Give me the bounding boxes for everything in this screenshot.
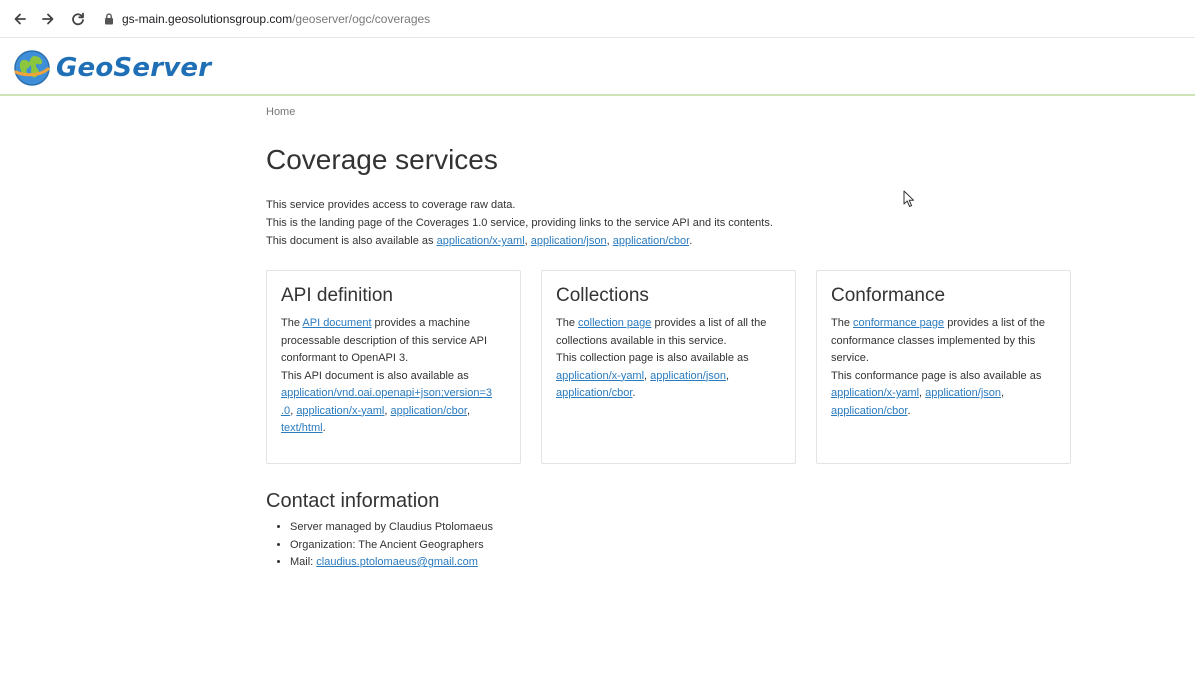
card-api-definition: API definition The API document provides… (266, 270, 521, 464)
api-link-html[interactable]: text/html (281, 422, 323, 434)
api-document-link[interactable]: API document (302, 317, 371, 329)
intro-link-yaml[interactable]: application/x-yaml (437, 235, 525, 247)
url-host: gs-main.geosolutionsgroup.com (122, 11, 293, 26)
url-path: /geoserver/ogc/coverages (292, 11, 431, 26)
conformance-link-yaml[interactable]: application/x-yaml (831, 387, 919, 399)
reload-icon[interactable] (66, 7, 90, 31)
conformance-link-cbor[interactable]: application/cbor (831, 405, 907, 417)
mouse-pointer-icon (903, 190, 914, 207)
page-title: Coverage services (266, 144, 498, 175)
contact-mail-link[interactable]: claudius.ptolomaeus@gmail.com (316, 556, 478, 568)
intro-line-2: This is the landing page of the Coverage… (266, 217, 773, 229)
conformance-page-link[interactable]: conformance page (853, 317, 944, 329)
intro-line-3: This document is also available as appli… (266, 235, 693, 247)
browser-toolbar: gs-main.geosolutionsgroup.com/geoserver/… (0, 0, 1195, 38)
card-collections-also: This collection page is also available a… (556, 352, 749, 364)
globe-logo-icon (14, 50, 50, 86)
card-collections: Collections The collection page provides… (541, 270, 796, 464)
card-conformance-text: The conformance page provides a list of … (831, 317, 1046, 417)
card-collections-title: Collections (556, 285, 649, 306)
intro-link-json[interactable]: application/json (531, 235, 607, 247)
arrow-right-icon[interactable] (36, 7, 60, 31)
conformance-link-json[interactable]: application/json (925, 387, 1001, 399)
api-link-yaml[interactable]: application/x-yaml (296, 405, 384, 417)
card-conformance-prefix: The (831, 317, 854, 329)
collections-link-yaml[interactable]: application/x-yaml (556, 370, 644, 382)
geoserver-logo[interactable]: GeoServer (12, 48, 211, 88)
breadcrumb: Home (266, 106, 1086, 118)
intro-link-cbor[interactable]: application/cbor (613, 235, 689, 247)
card-api-title: API definition (281, 285, 393, 306)
card-api-text: The API document provides a machine proc… (281, 317, 492, 434)
collections-link-cbor[interactable]: application/cbor (556, 387, 632, 399)
card-conformance-title: Conformance (831, 285, 946, 306)
card-conformance-also: This conformance page is also available … (831, 369, 1042, 382)
arrow-left-icon[interactable] (8, 7, 32, 31)
breadcrumb-home[interactable]: Home (266, 106, 295, 118)
intro-line-3-prefix: This document is also available as (266, 235, 437, 247)
contact-manager: Server managed by Claudius Ptolomaeus (290, 519, 1086, 537)
contact-list: Server managed by Claudius Ptolomaeus Or… (290, 519, 1086, 572)
contact-organization: Organization: The Ancient Geographers (290, 537, 1086, 555)
address-bar[interactable]: gs-main.geosolutionsgroup.com/geoserver/… (102, 6, 430, 32)
contact-title: Contact information (266, 490, 440, 512)
card-api-prefix: The (281, 317, 303, 329)
logo-text: GeoServer (56, 53, 212, 83)
main-content: Home Coverage services This service prov… (266, 98, 1086, 572)
collections-link-json[interactable]: application/json (650, 370, 726, 382)
contact-mail-label: Mail: (290, 556, 317, 568)
collection-page-link[interactable]: collection page (578, 317, 651, 329)
intro-text: This service provides access to coverage… (266, 196, 1086, 250)
lock-icon[interactable] (102, 12, 116, 26)
card-conformance: Conformance The conformance page provide… (816, 270, 1071, 464)
api-link-cbor[interactable]: application/cbor (390, 405, 466, 417)
intro-line-1: This service provides access to coverage… (266, 199, 516, 211)
card-collections-prefix: The (556, 317, 579, 329)
card-api-also: This API document is also available as (281, 369, 469, 382)
contact-mail: Mail: claudius.ptolomaeus@gmail.com (290, 554, 1086, 572)
site-header: GeoServer (0, 38, 1195, 96)
card-row: API definition The API document provides… (266, 270, 1086, 464)
card-collections-text: The collection page provides a list of a… (556, 317, 767, 399)
